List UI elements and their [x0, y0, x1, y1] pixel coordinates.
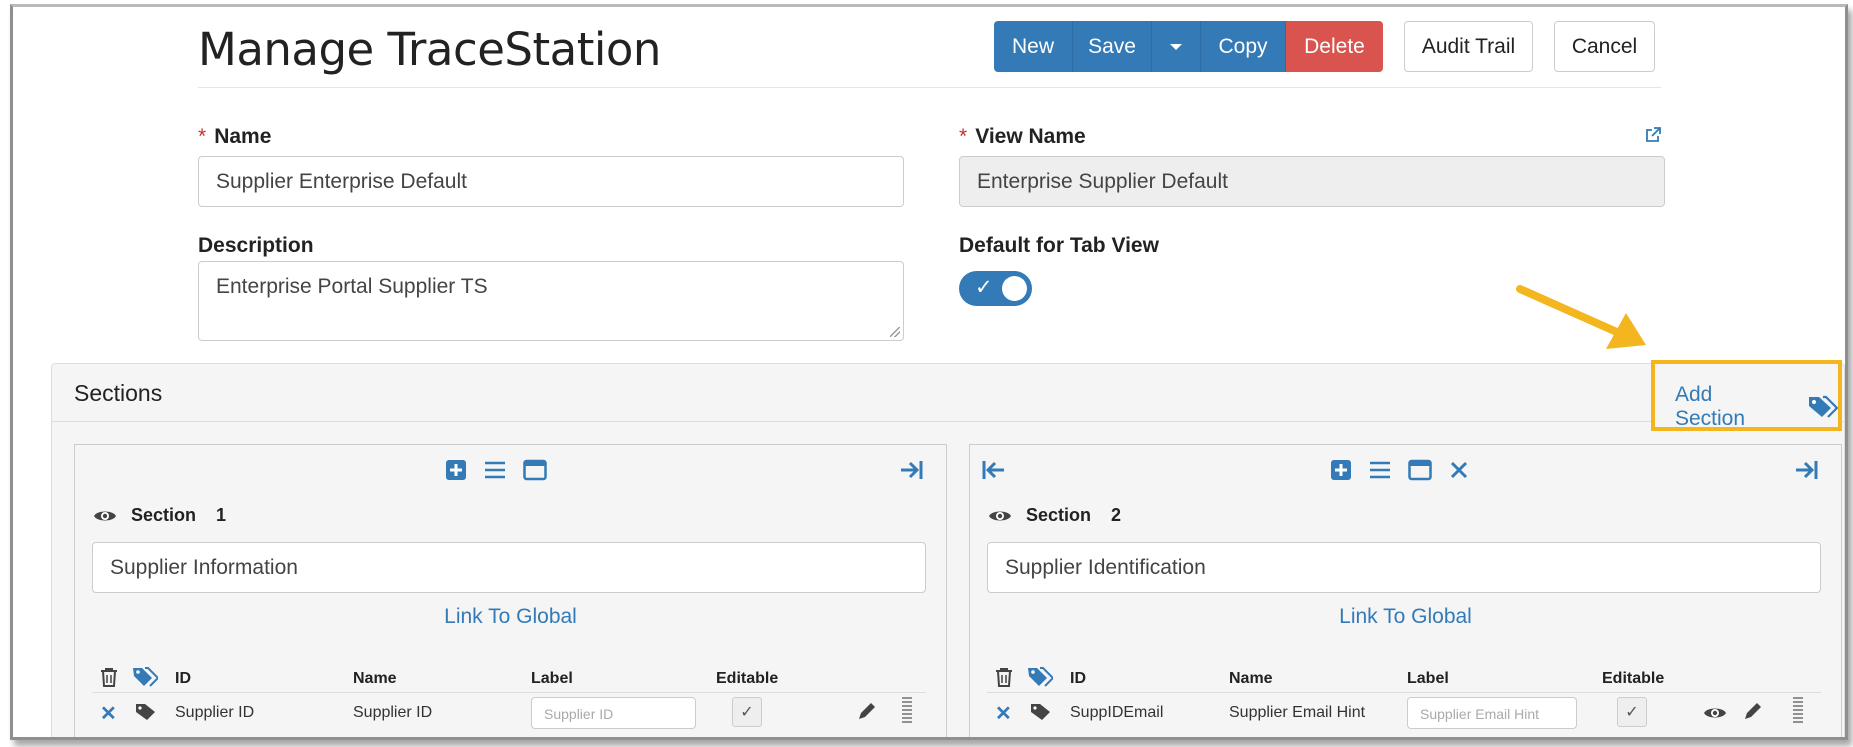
caret-down-icon: [1170, 43, 1182, 50]
required-marker: *: [959, 125, 968, 148]
section-number: 2: [1111, 505, 1122, 525]
copy-button[interactable]: Copy: [1201, 21, 1286, 72]
section-card: Section 1 Supplier Information Link To G…: [74, 444, 947, 737]
table-row: ✕ SuppIDEmail Supplier Email Hint Suppli…: [987, 697, 1821, 737]
window-icon[interactable]: [1408, 459, 1432, 481]
close-section-icon[interactable]: [1449, 460, 1469, 480]
column-label: Label: [531, 670, 573, 687]
editable-checkbox[interactable]: ✓: [732, 697, 762, 727]
list-icon[interactable]: [484, 459, 506, 481]
move-right-icon[interactable]: [899, 459, 925, 481]
section-toolbar: [1330, 455, 1469, 485]
field-name: Supplier ID: [353, 704, 433, 721]
pencil-icon[interactable]: [1743, 701, 1763, 721]
tag-icon[interactable]: [1030, 703, 1052, 721]
move-left-icon[interactable]: [980, 459, 1006, 481]
section-name-input[interactable]: Supplier Information: [92, 542, 926, 593]
field-label-input[interactable]: Supplier ID: [531, 697, 696, 729]
annotation-arrow-icon: [1516, 285, 1646, 349]
table-row: ✕ Supplier ID Supplier ID Supplier ID ✓: [92, 697, 926, 737]
add-section-button[interactable]: Add Section: [1675, 383, 1838, 431]
section-card: Section 2 Supplier Identification Link T…: [969, 444, 1842, 737]
section-heading: Section 2: [988, 505, 1121, 526]
column-label: Label: [1407, 670, 1449, 687]
header-divider: [198, 87, 1661, 88]
tags-icon: [1809, 395, 1838, 418]
editable-checkbox[interactable]: ✓: [1617, 697, 1647, 727]
pencil-icon[interactable]: [857, 701, 877, 721]
column-id: ID: [175, 670, 191, 687]
add-section-highlight: Add Section: [1651, 360, 1842, 431]
column-id: ID: [1070, 670, 1086, 687]
sections-header: Sections: [52, 364, 1844, 422]
tags-icon[interactable]: [1027, 666, 1053, 688]
list-icon[interactable]: [1369, 459, 1391, 481]
eye-icon[interactable]: [1703, 705, 1727, 721]
tag-icon[interactable]: [135, 703, 157, 721]
cancel-button[interactable]: Cancel: [1554, 21, 1655, 72]
section-heading: Section 1: [93, 505, 226, 526]
remove-field-icon[interactable]: ✕: [100, 701, 117, 726]
section-word: Section: [1026, 505, 1092, 525]
trash-icon[interactable]: [100, 667, 118, 687]
column-name: Name: [353, 670, 397, 687]
description-label: Description: [198, 234, 314, 257]
page-title: Manage TraceStation: [198, 23, 661, 76]
add-section-label: Add Section: [1675, 383, 1746, 430]
drag-handle[interactable]: [902, 697, 912, 723]
new-button[interactable]: New: [994, 21, 1073, 72]
section-number: 1: [216, 505, 227, 525]
name-label: * Name: [198, 125, 272, 148]
default-tab-view-label: Default for Tab View: [959, 234, 1159, 257]
toggle-knob: [1002, 276, 1027, 301]
delete-button[interactable]: Delete: [1286, 21, 1383, 72]
field-name: Supplier Email Hint: [1229, 704, 1366, 721]
remove-field-icon[interactable]: ✕: [995, 701, 1012, 726]
audit-trail-button[interactable]: Audit Trail: [1404, 21, 1533, 72]
field-id: Supplier ID: [175, 704, 255, 721]
column-editable: Editable: [716, 670, 779, 687]
check-icon: ✓: [975, 275, 993, 299]
sections-title: Sections: [74, 380, 163, 406]
default-tab-view-toggle[interactable]: ✓: [959, 271, 1032, 306]
section-toolbar: [445, 455, 547, 485]
window-icon[interactable]: [523, 459, 547, 481]
tags-icon[interactable]: [132, 666, 158, 688]
sections-panel: Sections Section 1 Supplier Information …: [51, 360, 1845, 737]
resize-handle[interactable]: [890, 327, 900, 337]
section-word: Section: [131, 505, 197, 525]
save-button[interactable]: Save: [1073, 21, 1152, 72]
description-textarea[interactable]: Enterprise Portal Supplier TS: [198, 261, 904, 341]
external-link-icon[interactable]: [1643, 125, 1663, 150]
add-field-icon[interactable]: [1330, 459, 1352, 481]
link-to-global-link[interactable]: Link To Global: [970, 605, 1841, 629]
trash-icon[interactable]: [995, 667, 1013, 687]
fields-table-header: ID Name Label Editable: [92, 663, 926, 693]
required-marker: *: [198, 125, 207, 148]
name-input[interactable]: Supplier Enterprise Default: [198, 156, 904, 207]
add-field-icon[interactable]: [445, 459, 467, 481]
view-name-input[interactable]: Enterprise Supplier Default: [959, 156, 1665, 207]
link-to-global-link[interactable]: Link To Global: [75, 605, 946, 629]
column-editable: Editable: [1602, 670, 1665, 687]
column-name: Name: [1229, 670, 1273, 687]
drag-handle[interactable]: [1793, 697, 1803, 723]
view-name-label: * View Name: [959, 125, 1086, 148]
fields-table-header: ID Name Label Editable: [987, 663, 1821, 693]
eye-icon[interactable]: [93, 508, 117, 524]
eye-icon[interactable]: [988, 508, 1012, 524]
field-label-input[interactable]: Supplier Email Hint: [1407, 697, 1577, 729]
section-name-input[interactable]: Supplier Identification: [987, 542, 1821, 593]
description-text: Enterprise Portal Supplier TS: [216, 275, 488, 298]
move-right-icon[interactable]: [1794, 459, 1820, 481]
field-id: SuppIDEmail: [1070, 704, 1164, 721]
action-button-group: New Save Copy Delete: [994, 21, 1383, 72]
screenshot-frame: Manage TraceStation New Save Copy Delete…: [10, 4, 1848, 740]
save-options-dropdown-button[interactable]: [1152, 21, 1201, 72]
